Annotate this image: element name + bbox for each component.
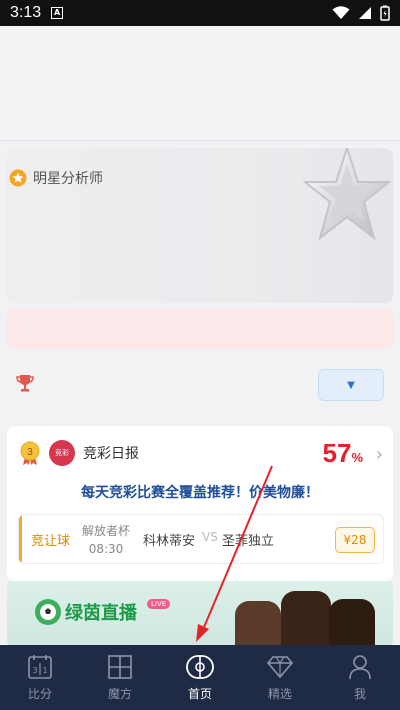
home-team: 科林蒂安 — [143, 534, 196, 549]
report-description: 每天竞彩比赛全覆盖推荐！价美物廉！ — [81, 485, 319, 501]
nav-label: 首页 — [187, 687, 212, 701]
user-icon — [345, 653, 375, 681]
star-badge-icon — [9, 169, 27, 187]
calendar-icon: 31 — [25, 653, 55, 681]
football-field-icon — [185, 653, 215, 681]
football-icon — [35, 599, 61, 625]
notification-a-icon: A — [51, 7, 64, 19]
diamond-icon — [265, 653, 295, 681]
nav-item-scores[interactable]: 31 比分 — [0, 645, 80, 710]
match-type: 竞让球 — [31, 534, 71, 549]
banner-logo: 绿茵直播 — [35, 599, 137, 625]
nav-label: 精选 — [267, 687, 292, 701]
report-header: 3 竞彩 竞彩日报 — [19, 440, 139, 466]
match-row[interactable]: 竞让球 解放者杯 08:30 科林蒂安 VS 圣菲独立 ¥28 — [18, 514, 384, 564]
player-figure — [329, 599, 375, 645]
daily-report-card[interactable]: 3 竞彩 竞彩日报 57% › 每天竞彩比赛全覆盖推荐！价美物廉！ 竞让球 解放… — [7, 426, 393, 581]
top-blank-area — [0, 26, 400, 141]
wifi-icon — [332, 6, 350, 19]
match-accent-bar — [19, 515, 22, 563]
hit-rate-unit: % — [351, 450, 363, 465]
svg-text:1: 1 — [42, 666, 47, 675]
vs-label: VS — [202, 530, 218, 544]
filter-dropdown-button[interactable]: ▼ — [318, 369, 384, 401]
triangle-down-icon: ▼ — [347, 379, 355, 391]
status-time: 3:13 — [10, 4, 42, 21]
match-competition: 解放者杯 — [81, 524, 130, 538]
cube-grid-icon — [105, 653, 135, 681]
hit-rate-value: 57 — [322, 438, 352, 468]
away-team: 圣菲独立 — [222, 534, 275, 549]
star-analyst-header: 明星分析师 — [9, 168, 103, 188]
price-button[interactable]: ¥28 — [335, 527, 375, 553]
battery-icon — [380, 5, 390, 21]
hit-rate: 57% — [323, 438, 363, 469]
pink-notice-bar[interactable] — [7, 309, 393, 349]
nav-label: 比分 — [27, 687, 52, 701]
svg-text:3: 3 — [27, 447, 33, 458]
star-analyst-card[interactable]: 明星分析师 — [7, 148, 393, 303]
nav-label: 我 — [353, 687, 366, 701]
live-banner[interactable]: 绿茵直播 LIVE — [7, 581, 393, 645]
player-figure — [281, 591, 331, 645]
trophy-icon — [16, 375, 34, 392]
nav-item-cube[interactable]: 魔方 — [80, 645, 160, 710]
nav-item-featured[interactable]: 精选 — [240, 645, 320, 710]
player-figure — [235, 601, 281, 645]
live-badge: LIVE — [147, 599, 171, 609]
star-decoration-icon — [303, 148, 391, 241]
signal-icon — [359, 7, 371, 19]
svg-text:3: 3 — [32, 666, 37, 675]
chevron-right-icon[interactable]: › — [376, 444, 383, 465]
bottom-nav: 31 比分 魔方 首页 精选 我 — [0, 645, 400, 710]
avatar: 竞彩 — [49, 440, 75, 466]
star-analyst-label: 明星分析师 — [33, 171, 103, 187]
rank-medal-icon: 3 — [19, 441, 41, 465]
status-bar: 3:13 A — [0, 0, 400, 26]
nav-item-home[interactable]: 首页 — [160, 645, 240, 710]
match-time: 08:30 — [88, 542, 124, 556]
nav-item-me[interactable]: 我 — [320, 645, 400, 710]
nav-label: 魔方 — [107, 687, 132, 701]
report-title: 竞彩日报 — [83, 446, 139, 462]
banner-title: 绿茵直播 — [65, 603, 137, 624]
